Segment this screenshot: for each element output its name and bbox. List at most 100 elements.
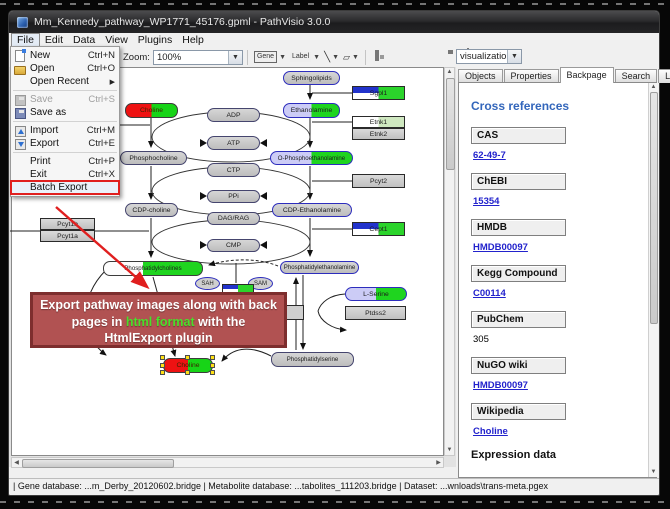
menu-item-batch-export[interactable]: Batch Export [11, 181, 119, 194]
node-o-phosphoethanolamine[interactable]: O-Phosphoethanolamine [270, 151, 353, 165]
tab-search[interactable]: Search [615, 69, 658, 83]
node-dag[interactable]: DAG/RAG [207, 212, 260, 225]
side-panel: ObjectsPropertiesBackpageSearchLegend Cr… [456, 67, 659, 478]
align-distribute-button[interactable] [374, 50, 389, 64]
frame-artifact-bottom [0, 501, 670, 503]
selection-handle[interactable] [210, 363, 215, 368]
menu-item-save-as[interactable]: Save as [11, 106, 119, 119]
menu-item-export[interactable]: ExportCtrl+E [11, 137, 119, 150]
chevron-down-icon[interactable]: ▼ [313, 54, 320, 61]
selection-handle[interactable] [210, 370, 215, 375]
menubar-item-edit[interactable]: Edit [40, 34, 68, 47]
menu-item-import[interactable]: ImportCtrl+M [11, 124, 119, 137]
title-bar: Mm_Kennedy_pathway_WP1771_45176.gpml - P… [9, 11, 659, 33]
scroll-down-icon[interactable]: ▼ [649, 468, 658, 477]
crossref-header: PubChem [471, 311, 566, 328]
selection-handle[interactable] [185, 370, 190, 375]
node-cept1[interactable]: Cept1 [352, 222, 405, 236]
selection-handle[interactable] [160, 370, 165, 375]
selection-handle[interactable] [160, 355, 165, 360]
menu-item-open[interactable]: OpenCtrl+O [11, 62, 119, 75]
menu-item-open-recent[interactable]: Open Recent▶ [11, 75, 119, 88]
crossref-link[interactable]: HMDB00097 [473, 380, 528, 391]
scrollbar-thumb[interactable] [22, 459, 174, 468]
scrollbar-thumb[interactable] [446, 78, 455, 170]
tab-backpage[interactable]: Backpage [560, 67, 614, 83]
crossref-link[interactable]: 15354 [473, 196, 499, 207]
node-pcyt1a[interactable]: Pcyt1a [40, 230, 95, 242]
node-ctp[interactable]: CTP [207, 163, 260, 177]
node-etnk1[interactable]: Etnk1 [352, 116, 405, 128]
node-choline-top[interactable]: Choline [125, 103, 178, 118]
chevron-down-icon[interactable]: ▼ [507, 50, 521, 63]
node-cdp-ethanolamine[interactable]: CDP-Ethanolamine [272, 203, 352, 217]
node-ptdss2[interactable]: Ptdss2 [345, 306, 406, 320]
node-etnk2[interactable]: Etnk2 [352, 128, 405, 140]
chevron-down-icon[interactable]: ▼ [279, 54, 286, 61]
node-phosphocholine[interactable]: Phosphocholine [120, 151, 187, 165]
scrollbar-thumb[interactable] [650, 92, 658, 324]
selection-handle[interactable] [210, 355, 215, 360]
node-phosphatidylcholines[interactable]: Phosphatidylcholines [103, 261, 203, 276]
menubar-item-plugins[interactable]: Plugins [133, 34, 177, 47]
scroll-up-icon[interactable]: ▲ [649, 83, 658, 92]
crossref-section-nugo-wiki: NuGO wikiHMDB00097 [471, 357, 646, 391]
canvas-vertical-scrollbar[interactable]: ▲ ▼ [444, 67, 455, 456]
scroll-right-icon[interactable]: ▶ [434, 459, 443, 468]
file-menu-dropdown: NewCtrl+NOpenCtrl+OOpen Recent▶ SaveCtrl+… [10, 46, 120, 197]
node-cmp[interactable]: CMP [207, 239, 260, 252]
scroll-down-icon[interactable]: ▼ [445, 446, 454, 455]
canvas-horizontal-scrollbar[interactable]: ◀ ▶ [11, 457, 444, 468]
line-tool-button[interactable]: ╲ ▼ [322, 49, 341, 66]
visualization-combobox[interactable]: visualization ▼ [456, 49, 522, 64]
menu-shortcut: Ctrl+X [88, 169, 115, 180]
node-ppi[interactable]: PPi [207, 190, 260, 203]
annotation-callout: Export pathway images along with back pa… [30, 292, 287, 348]
menubar-item-view[interactable]: View [100, 34, 133, 47]
label-tool-button[interactable]: Label ▼ [288, 49, 322, 66]
line-tool-icon: ╲ [324, 52, 330, 63]
chevron-down-icon[interactable]: ▼ [332, 54, 339, 61]
menubar-item-data[interactable]: Data [68, 34, 100, 47]
node-cdp-choline[interactable]: CDP-choline [125, 203, 178, 217]
node-sphingolipids[interactable]: Sphingolipids [283, 71, 340, 85]
zoom-combobox[interactable]: 100% ▼ [153, 50, 243, 65]
tab-legend[interactable]: Legend [658, 69, 670, 83]
chevron-down-icon[interactable]: ▼ [228, 51, 242, 64]
node-ethanolamine-top[interactable]: Ethanolamine [283, 103, 340, 118]
crossref-link[interactable]: Choline [473, 426, 508, 437]
zoom-label: Zoom: [123, 52, 150, 63]
selection-handle[interactable] [160, 363, 165, 368]
gene-tool-label: Gene [254, 51, 277, 63]
crossref-link[interactable]: 62-49-7 [473, 150, 506, 161]
node-pcyt2[interactable]: Pcyt2 [352, 174, 405, 188]
node-phosphatidylserine[interactable]: Phosphatidylserine [271, 352, 354, 367]
node-phosphatidylethanolamine[interactable]: Phosphatidylethanolamine [280, 261, 359, 274]
crossref-link[interactable]: HMDB00097 [473, 242, 528, 253]
node-atp[interactable]: ATP [207, 136, 260, 150]
node-adp[interactable]: ADP [207, 108, 260, 122]
node-sah[interactable]: SAH [195, 277, 220, 290]
align-columns-button[interactable] [420, 50, 435, 64]
panel-vertical-scrollbar[interactable]: ▲ ▼ [648, 83, 658, 477]
chevron-down-icon[interactable]: ▼ [352, 54, 359, 61]
menu-item-save[interactable]: SaveCtrl+S [11, 93, 119, 106]
menu-item-print[interactable]: PrintCtrl+P [11, 155, 119, 168]
tab-objects[interactable]: Objects [458, 69, 503, 83]
menubar-item-help[interactable]: Help [177, 34, 209, 47]
align-rows-button[interactable] [397, 50, 412, 64]
crossref-header: HMDB [471, 219, 566, 236]
menubar-item-file[interactable]: File [11, 33, 40, 47]
selection-handle[interactable] [185, 355, 190, 360]
shape-tool-button[interactable]: ▱ ▼ [341, 49, 361, 66]
menu-item-new[interactable]: NewCtrl+N [11, 49, 119, 62]
node-pcyt1b[interactable]: Pcyt1b [40, 218, 95, 230]
tab-properties[interactable]: Properties [504, 69, 559, 83]
gene-tool-button[interactable]: Gene ▼ [252, 49, 288, 66]
node-l-serine[interactable]: L-Serine [345, 287, 407, 301]
crossref-link[interactable]: C00114 [473, 288, 506, 299]
node-sgpl1[interactable]: Sgpl1 [352, 86, 405, 100]
scroll-left-icon[interactable]: ◀ [12, 459, 21, 468]
scroll-up-icon[interactable]: ▲ [445, 68, 454, 77]
menu-item-exit[interactable]: ExitCtrl+X [11, 168, 119, 181]
